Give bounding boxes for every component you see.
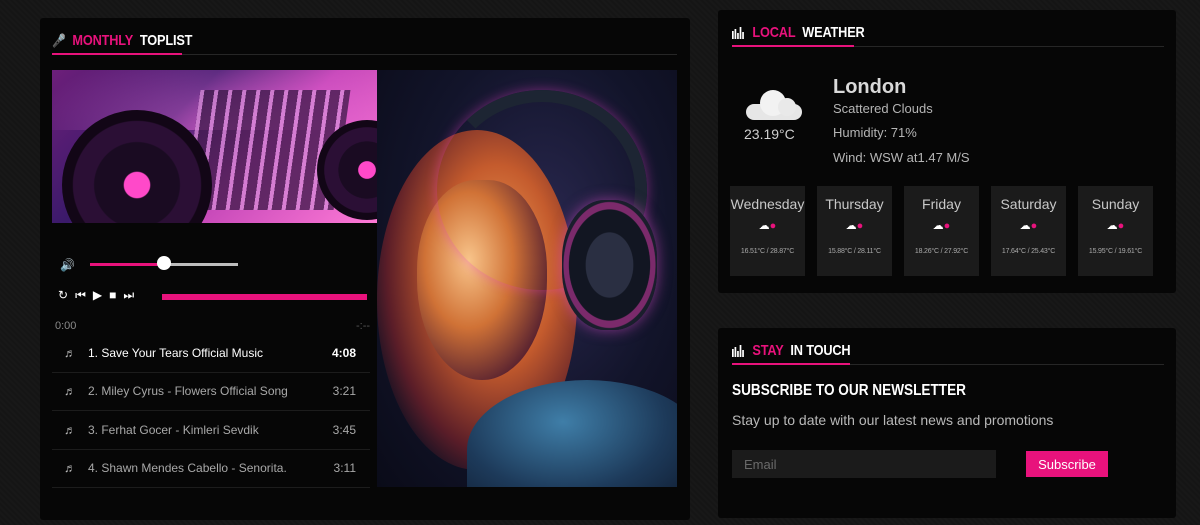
next-icon[interactable]: ⏭ bbox=[123, 288, 134, 303]
forecast-day: Wednesday ☁● 16.51°C / 28.87°C bbox=[730, 186, 805, 276]
forecast-range: 18.26°C / 27.92°C bbox=[914, 248, 969, 255]
newsletter-subtitle: Stay up to date with our latest news and… bbox=[732, 412, 1054, 428]
forecast-day-name: Thursday bbox=[825, 196, 884, 212]
forecast-range: 17.64°C / 25.43°C bbox=[1001, 248, 1056, 255]
current-time: 0:00 bbox=[55, 320, 77, 332]
newsletter-title: SUBSCRIBE TO OUR NEWSLETTER bbox=[732, 382, 966, 399]
forecast-range: 15.95°C / 19.61°C bbox=[1088, 248, 1143, 255]
music-note-icon: ♬ bbox=[64, 345, 76, 360]
stay-in-touch-panel: STAY IN TOUCH SUBSCRIBE TO OUR NEWSLETTE… bbox=[718, 328, 1176, 518]
touch-title-rest: IN TOUCH bbox=[790, 342, 851, 359]
forecast-day-name: Sunday bbox=[1091, 196, 1140, 212]
track-list: ♬ 1. Save Your Tears Official Music 4:08… bbox=[52, 334, 370, 488]
weather-wind: Wind: WSW at1.47 M/S bbox=[833, 150, 970, 165]
headphones-portrait-image bbox=[377, 70, 677, 487]
toplist-title: 🎤 MONTHLY TOPLIST bbox=[52, 32, 192, 49]
forecast-day-name: Friday bbox=[922, 196, 961, 212]
toplist-title-divider bbox=[52, 53, 677, 55]
cloud-sun-icon: ☁● bbox=[1019, 220, 1038, 232]
weather-humidity: Humidity: 71% bbox=[833, 125, 917, 140]
progress-bar[interactable] bbox=[162, 294, 367, 300]
volume-knob[interactable] bbox=[157, 256, 171, 270]
forecast-range: 16.51°C / 28.87°C bbox=[740, 248, 795, 255]
forecast-day: Thursday ☁● 15.88°C / 28.11°C bbox=[817, 186, 892, 276]
track-duration: 3:11 bbox=[333, 461, 356, 476]
track-item[interactable]: ♬ 1. Save Your Tears Official Music 4:08 bbox=[52, 334, 370, 373]
weather-title-rest: WEATHER bbox=[802, 24, 865, 41]
track-name: 1. Save Your Tears Official Music bbox=[88, 345, 263, 360]
forecast-day: Saturday ☁● 17.64°C / 25.43°C bbox=[991, 186, 1066, 276]
email-input[interactable] bbox=[732, 450, 996, 478]
toplist-title-accent: MONTHLY bbox=[72, 32, 134, 49]
forecast-day: Friday ☁● 18.26°C / 27.92°C bbox=[904, 186, 979, 276]
cloud-sun-icon: ☁● bbox=[845, 220, 864, 232]
weather-city: London bbox=[833, 76, 907, 98]
cloud-icon bbox=[746, 90, 802, 120]
toplist-title-rest: TOPLIST bbox=[139, 32, 193, 49]
weather-title-accent: LOCAL bbox=[752, 24, 796, 41]
cloud-sun-icon: ☁● bbox=[932, 220, 951, 232]
weather-panel: LOCAL WEATHER 23.19°C London Scattered C… bbox=[718, 10, 1176, 293]
weather-title-divider bbox=[732, 45, 1164, 47]
track-item[interactable]: ♬ 4. Shawn Mendes Cabello - Senorita. 3:… bbox=[52, 450, 370, 488]
weather-title: LOCAL WEATHER bbox=[732, 24, 865, 41]
track-duration: 3:45 bbox=[332, 422, 356, 437]
stop-icon[interactable]: ■ bbox=[109, 288, 116, 303]
track-duration: 4:08 bbox=[331, 345, 356, 360]
volume-icon[interactable]: 🔊 bbox=[60, 258, 75, 272]
dj-turntable-image bbox=[52, 70, 377, 223]
previous-icon[interactable]: ⏮ bbox=[75, 288, 86, 303]
repeat-icon[interactable]: ↻ bbox=[58, 288, 68, 303]
touch-title-divider bbox=[732, 363, 1164, 365]
forecast-range: 15.88°C / 28.11°C bbox=[828, 248, 881, 255]
track-item[interactable]: ♬ 2. Miley Cyrus - Flowers Official Song… bbox=[52, 373, 370, 411]
cloud-sun-icon: ☁● bbox=[1106, 220, 1125, 232]
track-duration: 3:21 bbox=[332, 384, 356, 399]
bar-chart-icon bbox=[732, 26, 746, 39]
track-name: 2. Miley Cyrus - Flowers Official Song bbox=[88, 384, 288, 399]
track-name: 3. Ferhat Gocer - Kimleri Sevdik bbox=[88, 422, 259, 437]
cloud-sun-icon: ☁● bbox=[758, 220, 777, 232]
music-note-icon: ♬ bbox=[64, 422, 76, 437]
weather-condition: Scattered Clouds bbox=[833, 101, 933, 116]
music-note-icon: ♬ bbox=[64, 384, 76, 399]
touch-title-accent: STAY bbox=[752, 342, 784, 359]
music-note-icon: ♬ bbox=[64, 461, 76, 476]
subscribe-button[interactable]: Subscribe bbox=[1026, 451, 1108, 477]
track-name: 4. Shawn Mendes Cabello - Senorita. bbox=[88, 461, 287, 476]
end-time: -:-- bbox=[356, 320, 371, 332]
bar-chart-icon bbox=[732, 344, 746, 357]
forecast-day-name: Wednesday bbox=[730, 196, 805, 212]
track-item[interactable]: ♬ 3. Ferhat Gocer - Kimleri Sevdik 3:45 bbox=[52, 411, 370, 450]
progress-fill bbox=[162, 294, 367, 300]
forecast-list: Wednesday ☁● 16.51°C / 28.87°C Thursday … bbox=[730, 186, 1153, 276]
current-temperature: 23.19°C bbox=[744, 126, 795, 142]
touch-title: STAY IN TOUCH bbox=[732, 342, 851, 359]
microphone-icon: 🎤 bbox=[52, 32, 66, 48]
forecast-day: Sunday ☁● 15.95°C / 19.61°C bbox=[1078, 186, 1153, 276]
volume-fill bbox=[90, 263, 164, 266]
play-icon[interactable]: ▶ bbox=[93, 288, 102, 303]
audio-player: 🔊 ↻ ⏮ ▶ ■ ⏭ bbox=[52, 250, 377, 318]
toplist-panel: 🎤 MONTHLY TOPLIST 🔊 ↻ ⏮ ▶ ■ ⏭ 0:00 -:-- bbox=[40, 18, 690, 520]
forecast-day-name: Saturday bbox=[1000, 196, 1057, 212]
